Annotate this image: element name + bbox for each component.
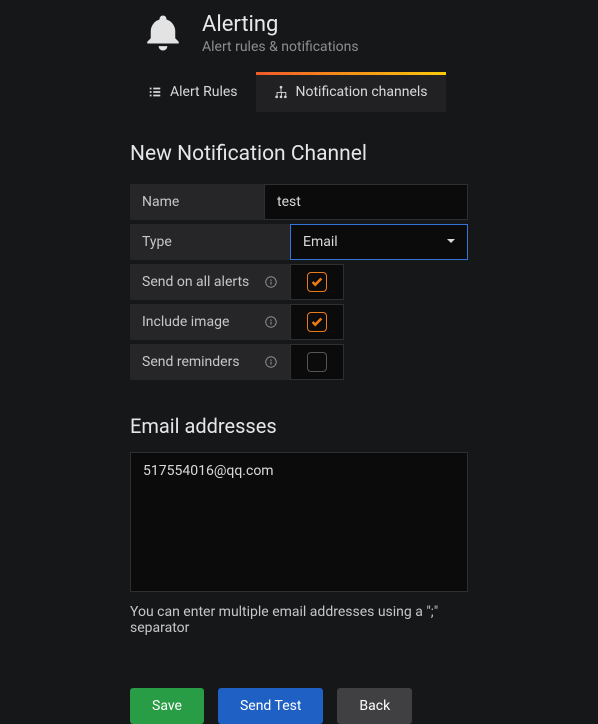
page-subtitle: Alert rules & notifications xyxy=(202,39,359,55)
info-icon[interactable] xyxy=(264,275,278,289)
name-input[interactable] xyxy=(264,184,468,220)
send-test-button[interactable]: Send Test xyxy=(218,688,323,724)
include-image-checkbox-cell xyxy=(290,304,344,340)
send-reminders-label: Send reminders xyxy=(130,344,290,380)
email-hint: You can enter multiple email addresses u… xyxy=(130,604,468,636)
row-send-reminders: Send reminders xyxy=(130,344,468,380)
tabs: Alert Rules Notification channels xyxy=(0,72,598,112)
row-send-all: Send on all alerts xyxy=(130,264,468,300)
send-all-checkbox-cell xyxy=(290,264,344,300)
tab-label: Notification channels xyxy=(296,84,428,100)
info-icon[interactable] xyxy=(264,355,278,369)
include-image-label: Include image xyxy=(130,304,290,340)
send-reminders-checkbox-cell xyxy=(290,344,344,380)
page-title: Alerting xyxy=(202,12,359,37)
include-image-checkbox[interactable] xyxy=(307,312,327,332)
row-include-image: Include image xyxy=(130,304,468,340)
send-all-label: Send on all alerts xyxy=(130,264,290,300)
bell-icon xyxy=(140,10,186,56)
email-section-title: Email addresses xyxy=(130,414,468,438)
type-label: Type xyxy=(130,224,290,260)
type-select[interactable]: Email xyxy=(290,224,468,260)
save-button[interactable]: Save xyxy=(130,688,204,724)
button-row: Save Send Test Back xyxy=(130,688,468,724)
email-addresses-input[interactable] xyxy=(130,452,468,592)
row-type: Type Email xyxy=(130,224,468,260)
info-icon[interactable] xyxy=(264,315,278,329)
name-label: Name xyxy=(130,184,264,220)
back-button[interactable]: Back xyxy=(337,688,412,724)
row-name: Name xyxy=(130,184,468,220)
page-header: Alerting Alert rules & notifications xyxy=(0,0,598,72)
send-reminders-checkbox[interactable] xyxy=(307,352,327,372)
tab-label: Alert Rules xyxy=(170,84,238,100)
main-content: New Notification Channel Name Type Email… xyxy=(0,112,598,724)
tab-notification-channels[interactable]: Notification channels xyxy=(256,72,446,112)
send-all-checkbox[interactable] xyxy=(307,272,327,292)
list-icon xyxy=(148,85,162,99)
tab-alert-rules[interactable]: Alert Rules xyxy=(130,72,256,112)
sitemap-icon xyxy=(274,85,288,99)
form-title: New Notification Channel xyxy=(130,142,468,166)
